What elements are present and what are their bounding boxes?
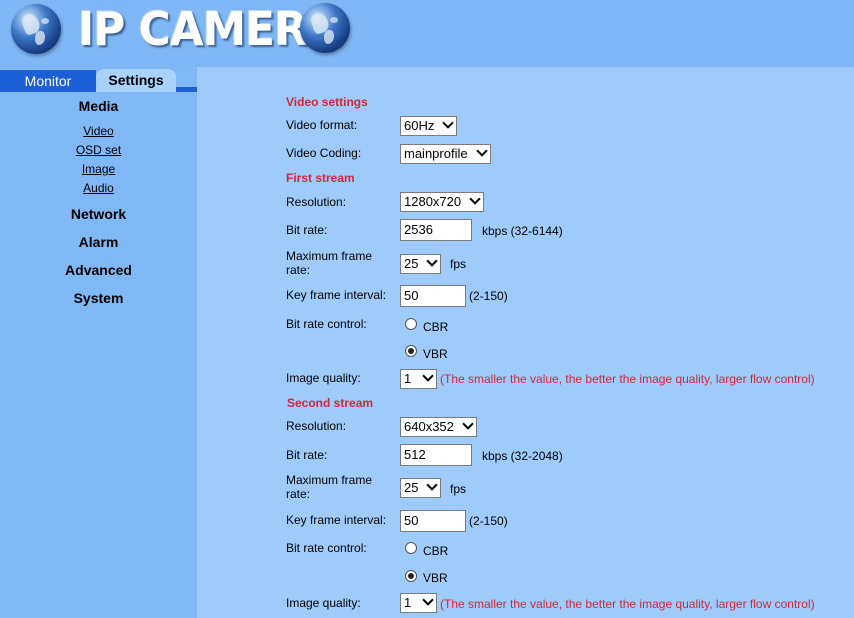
page-header: IP CAMERA xyxy=(0,0,854,67)
sidebar-link-video[interactable]: Video xyxy=(0,124,197,138)
first-resolution-value: 1280x720 xyxy=(404,194,462,209)
chevron-down-icon xyxy=(426,255,438,267)
video-coding-value: mainprofile xyxy=(404,146,468,161)
sidebar-section-system[interactable]: System xyxy=(0,290,197,306)
first-resolution-select[interactable]: 1280x720 xyxy=(400,192,484,212)
second-vbr-radio[interactable] xyxy=(405,570,417,582)
first-keyframe-input[interactable]: 50 xyxy=(400,285,466,307)
chevron-down-icon xyxy=(442,117,454,129)
video-coding-select[interactable]: mainprofile xyxy=(400,144,491,164)
second-bitrate-label: Bit rate: xyxy=(286,448,328,462)
first-framerate-select[interactable]: 25 xyxy=(400,254,441,274)
video-format-select[interactable]: 60Hz xyxy=(400,116,457,136)
first-stream-heading: First stream xyxy=(286,171,355,185)
first-quality-value: 1 xyxy=(404,371,412,386)
video-coding-label: Video Coding: xyxy=(286,146,362,160)
tab-settings[interactable]: Settings xyxy=(96,69,176,92)
chevron-down-icon xyxy=(462,418,474,430)
second-quality-label: Image quality: xyxy=(286,596,361,610)
first-quality-select[interactable]: 1 xyxy=(400,369,437,389)
second-cbr-label: CBR xyxy=(423,544,449,558)
first-bitrate-input[interactable]: 2536 xyxy=(400,219,472,241)
second-framerate-unit: fps xyxy=(450,482,467,496)
first-vbr-radio[interactable] xyxy=(405,345,417,357)
first-cbr-radio[interactable] xyxy=(405,318,417,330)
first-vbr-label: VBR xyxy=(423,347,448,361)
second-framerate-select[interactable]: 25 xyxy=(400,478,441,498)
tab-monitor[interactable]: Monitor xyxy=(0,70,96,92)
chevron-down-icon xyxy=(426,479,438,491)
first-bitrate-hint: kbps (32-6144) xyxy=(482,224,563,238)
sidebar-section-alarm[interactable]: Alarm xyxy=(0,234,197,250)
second-vbr-label: VBR xyxy=(423,571,448,585)
globe-logo-left-icon xyxy=(11,4,61,54)
video-format-label: Video format: xyxy=(286,118,358,132)
second-resolution-value: 640x352 xyxy=(404,419,454,434)
sidebar-link-osd-set[interactable]: OSD set xyxy=(0,143,197,157)
second-resolution-select[interactable]: 640x352 xyxy=(400,417,477,437)
first-resolution-label: Resolution: xyxy=(286,195,347,209)
second-cbr-radio[interactable] xyxy=(405,542,417,554)
sidebar-link-image[interactable]: Image xyxy=(0,162,197,176)
chevron-down-icon xyxy=(422,594,434,606)
sidebar-section-media[interactable]: Media xyxy=(0,98,197,114)
sidebar-link-audio[interactable]: Audio xyxy=(0,181,197,195)
sidebar-section-advanced[interactable]: Advanced xyxy=(0,262,197,278)
second-bitrate-hint: kbps (32-2048) xyxy=(482,449,563,463)
globe-logo-right-icon xyxy=(300,3,350,53)
chevron-down-icon xyxy=(476,145,488,157)
settings-panel: Video settings Video format: 60Hz Video … xyxy=(197,67,854,618)
second-framerate-label-line1: Maximum frame xyxy=(286,473,373,487)
first-framerate-label-line2: rate: xyxy=(286,263,311,277)
first-bitrate-label: Bit rate: xyxy=(286,223,328,237)
second-quality-hint: (The smaller the value, the better the i… xyxy=(440,597,815,611)
second-framerate-value: 25 xyxy=(404,480,419,495)
first-framerate-unit: fps xyxy=(450,257,467,271)
second-bitrate-control-label: Bit rate control: xyxy=(286,541,367,555)
second-resolution-label: Resolution: xyxy=(286,419,347,433)
first-quality-label: Image quality: xyxy=(286,371,361,385)
second-quality-select[interactable]: 1 xyxy=(400,593,437,613)
chevron-down-icon xyxy=(469,193,481,205)
first-quality-hint: (The smaller the value, the better the i… xyxy=(440,372,815,386)
second-framerate-label-line2: rate: xyxy=(286,487,311,501)
first-keyframe-label: Key frame interval: xyxy=(286,288,387,302)
first-framerate-value: 25 xyxy=(404,256,419,271)
video-settings-heading: Video settings xyxy=(286,95,368,109)
tab-bar: Monitor Settings xyxy=(0,67,197,92)
second-quality-value: 1 xyxy=(404,595,412,610)
second-keyframe-label: Key frame interval: xyxy=(286,513,387,527)
second-stream-heading: Second stream xyxy=(287,396,374,410)
first-bitrate-control-label: Bit rate control: xyxy=(286,317,367,331)
first-cbr-label: CBR xyxy=(423,320,449,334)
second-keyframe-hint: (2-150) xyxy=(469,514,508,528)
sidebar-section-network[interactable]: Network xyxy=(0,206,197,222)
first-keyframe-hint: (2-150) xyxy=(469,289,508,303)
chevron-down-icon xyxy=(422,370,434,382)
second-bitrate-input[interactable]: 512 xyxy=(400,444,472,466)
video-format-value: 60Hz xyxy=(404,118,435,133)
sidebar: Monitor Settings Media Video OSD set Ima… xyxy=(0,67,197,618)
first-framerate-label-line1: Maximum frame xyxy=(286,249,373,263)
second-keyframe-input[interactable]: 50 xyxy=(400,510,466,532)
